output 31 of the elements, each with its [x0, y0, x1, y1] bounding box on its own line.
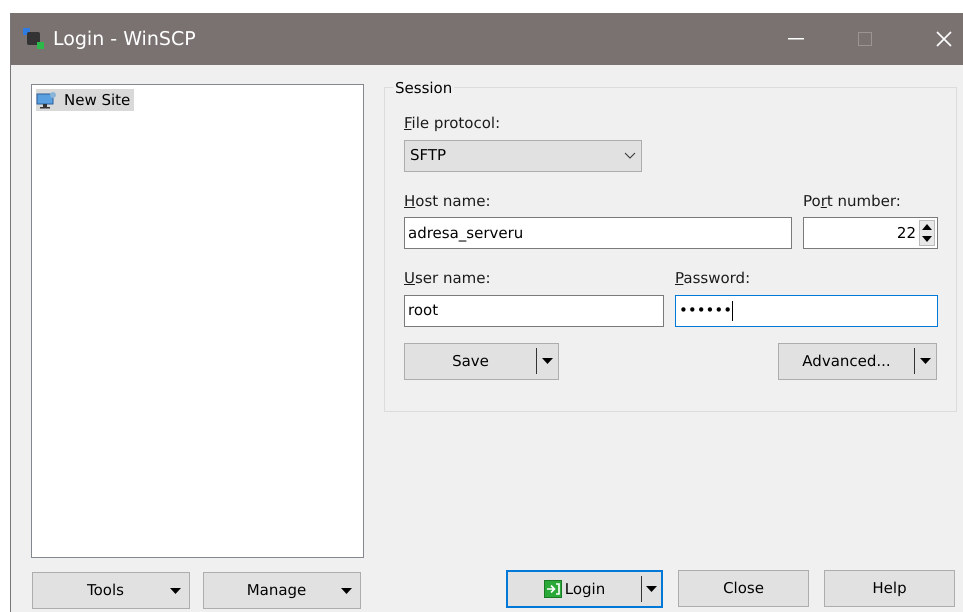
chevron-down-icon	[624, 152, 636, 159]
save-button[interactable]: Save	[404, 342, 559, 380]
field-label: Host name:	[404, 190, 491, 212]
minimize-icon[interactable]	[788, 38, 804, 40]
window-title: Login - WinSCP	[53, 26, 196, 52]
field-label: Port number:	[803, 190, 901, 212]
host-field[interactable]: adresa_serveru	[404, 217, 792, 249]
field-label: User name:	[404, 268, 491, 289]
dialog-button[interactable]: Close	[678, 570, 809, 607]
caret-icon	[170, 588, 181, 594]
field-label: File protocol:	[404, 113, 500, 134]
protocol-dropdown[interactable]: SFTP	[404, 140, 642, 172]
spin-arrows-icon[interactable]	[919, 220, 935, 246]
field-label: Password:	[675, 268, 750, 289]
advanced-button[interactable]: Advanced...	[778, 342, 937, 380]
menu-button[interactable]: Manage	[203, 572, 361, 609]
app-icon	[23, 28, 45, 50]
password-field[interactable]: ••••••	[675, 294, 938, 326]
caret-icon	[341, 588, 352, 594]
tree-item[interactable]: New Site	[36, 89, 134, 111]
username-field[interactable]: root	[404, 294, 664, 326]
menu-button[interactable]: Tools	[32, 572, 190, 609]
dialog-button[interactable]: Help	[824, 570, 955, 607]
caret-icon	[646, 586, 657, 592]
login-button[interactable]: Login	[506, 570, 663, 608]
close-icon[interactable]	[936, 31, 952, 47]
caret-icon	[542, 358, 553, 364]
port-spinner[interactable]: 22	[803, 217, 938, 249]
enter-icon	[544, 580, 562, 598]
caret-icon	[920, 358, 931, 364]
monitor-icon	[36, 91, 58, 109]
